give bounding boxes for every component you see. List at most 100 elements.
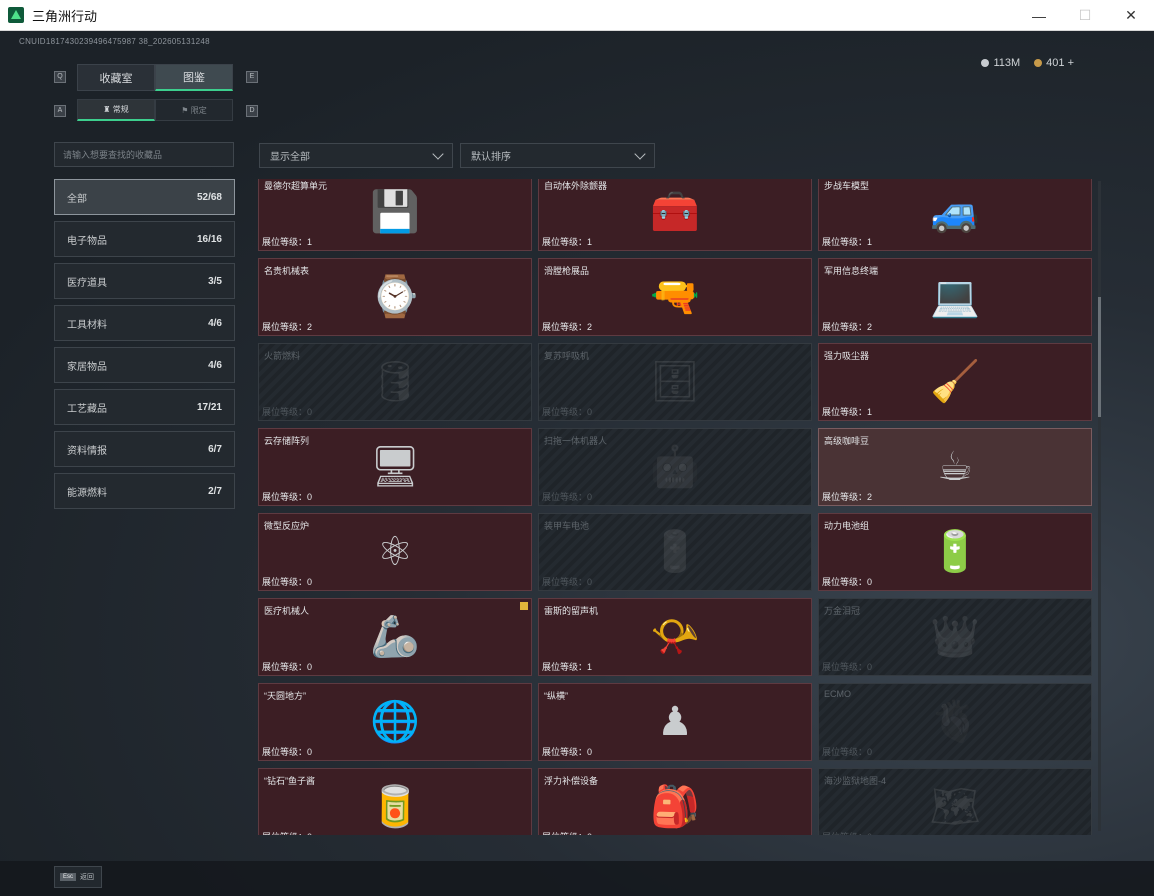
category-item[interactable]: 医疗道具 3/5 [54, 263, 235, 299]
collection-card[interactable]: “天圆地方” 🌐 展位等级：0 [258, 683, 532, 761]
item-level: 展位等级：0 [262, 747, 313, 757]
subtab-regular[interactable]: ♜ 常规 [77, 99, 155, 121]
category-list: 全部 52/68 电子物品 16/16 医疗道具 3/5 工具材料 4/6 家居物品 4/6 工艺藏… [54, 179, 235, 515]
collection-card[interactable]: 海沙监狱地图-4 🗺 展位等级：0 [818, 768, 1092, 835]
item-level: 展位等级：0 [542, 577, 593, 587]
item-name: “纵横” [544, 691, 568, 701]
tab-catalog[interactable]: 图鉴 [155, 64, 233, 91]
category-count: 3/5 [208, 275, 222, 287]
collection-card[interactable]: 浮力补偿设备 🎒 展位等级：0 [538, 768, 812, 835]
category-item[interactable]: 家居物品 4/6 [54, 347, 235, 383]
collection-card[interactable]: 复苏呼吸机 🗄 展位等级：0 [538, 343, 812, 421]
collection-card[interactable]: 扫拖一体机器人 🤖 展位等级：0 [538, 428, 812, 506]
collection-card[interactable]: 高级咖啡豆 ☕ 展位等级：2 [818, 428, 1092, 506]
gold-coin-icon [1034, 59, 1043, 67]
item-name: 高级咖啡豆 [824, 436, 870, 446]
window-controls: — ☐ ✕ [1016, 0, 1154, 31]
category-label: 医疗道具 [67, 277, 107, 289]
item-name: 步战车模型 [824, 181, 870, 191]
item-level: 展位等级：0 [542, 492, 593, 502]
collection-card[interactable]: 名贵机械表 ⌚ 展位等级：2 [258, 258, 532, 336]
chevron-down-icon [634, 147, 646, 160]
category-label: 资料情报 [67, 445, 107, 457]
collection-card[interactable]: 云存储阵列 🖥 展位等级：0 [258, 428, 532, 506]
player-uid: CNUID1817430239496475987 38_202605131248 [19, 37, 210, 46]
category-label: 家居物品 [67, 361, 107, 373]
collection-card[interactable]: 动力电池组 🔋 展位等级：0 [818, 513, 1092, 591]
category-label: 能源燃料 [67, 487, 107, 499]
collection-card[interactable]: 军用信息终端 💻 展位等级：2 [818, 258, 1092, 336]
collection-card[interactable]: 医疗机械人 🦾 展位等级：0 [258, 598, 532, 676]
back-button[interactable]: Esc 返回 [54, 866, 102, 888]
item-level: 展位等级：0 [822, 830, 872, 835]
item-image-icon: 🔋 [650, 530, 700, 574]
item-level: 展位等级：0 [262, 830, 312, 835]
app-logo-icon [8, 7, 24, 23]
item-level: 展位等级：0 [262, 577, 313, 587]
window-title: 三角洲行动 [32, 8, 98, 24]
close-button[interactable]: ✕ [1108, 0, 1154, 31]
category-item[interactable]: 工艺藏品 17/21 [54, 389, 235, 425]
item-image-icon: 💻 [930, 275, 980, 319]
collection-card[interactable]: 万金泪冠 👑 展位等级：0 [818, 598, 1092, 676]
key-hint-e: E [246, 71, 258, 83]
collection-card[interactable]: 微型反应炉 ⚛ 展位等级：0 [258, 513, 532, 591]
collection-card[interactable]: 装甲车电池 🔋 展位等级：0 [538, 513, 812, 591]
collection-card[interactable]: 滑膛枪展品 🔫 展位等级：2 [538, 258, 812, 336]
silver-amount: 113M [993, 57, 1021, 69]
category-count: 2/7 [208, 485, 222, 497]
item-level: 展位等级：1 [822, 237, 873, 247]
item-image-icon: 🗺 [929, 785, 981, 829]
collection-card[interactable]: 火箭燃料 🛢 展位等级：0 [258, 343, 532, 421]
collection-card[interactable]: 步战车模型 🚙 展位等级：1 [818, 179, 1092, 251]
category-item[interactable]: 电子物品 16/16 [54, 221, 235, 257]
search-input[interactable] [54, 142, 234, 167]
silver-currency: 113M [981, 57, 1020, 69]
collection-card[interactable]: “钻石”鱼子酱 🥫 展位等级：0 [258, 768, 532, 835]
limited-icon: ⚑ [181, 105, 191, 115]
main-tabs: 收藏室 图鉴 [77, 64, 233, 91]
item-name: 医疗机械人 [264, 606, 310, 616]
scrollbar-thumb[interactable] [1098, 297, 1101, 417]
item-image-icon: 🥫 [370, 785, 420, 829]
item-level: 展位等级：2 [822, 322, 873, 332]
collection-card[interactable]: 自动体外除颤器 🧰 展位等级：1 [538, 179, 812, 251]
collection-card[interactable]: 雷斯的留声机 📯 展位等级：1 [538, 598, 812, 676]
category-count: 6/7 [208, 443, 222, 455]
collection-card[interactable]: “纵横” ♟ 展位等级：0 [538, 683, 812, 761]
sort-dropdown[interactable]: 默认排序 [460, 143, 655, 168]
item-name: 滑膛枪展品 [544, 266, 590, 276]
item-image-icon: 🖥 [369, 445, 421, 489]
key-hint-q: Q [54, 71, 66, 83]
maximize-button[interactable]: ☐ [1062, 0, 1108, 31]
tab-collection-room[interactable]: 收藏室 [77, 64, 155, 91]
item-name: 军用信息终端 [824, 266, 879, 276]
item-name: 曼德尔超算单元 [264, 181, 328, 191]
item-image-icon: 👑 [930, 615, 980, 659]
item-name: 云存储阵列 [264, 436, 310, 446]
item-image-icon: 🗄 [649, 360, 701, 404]
gold-currency[interactable]: 401 + [1034, 57, 1074, 69]
sub-tabs: ♜ 常规 ⚑ 限定 [77, 99, 233, 121]
item-name: 浮力补偿设备 [544, 776, 599, 786]
filter-dropdown[interactable]: 显示全部 [259, 143, 453, 168]
category-item[interactable]: 资料情报 6/7 [54, 431, 235, 467]
gold-amount: 401 + [1046, 57, 1074, 69]
subtab-limited[interactable]: ⚑ 限定 [155, 99, 233, 121]
grid-scrollbar[interactable] [1098, 181, 1101, 831]
category-item[interactable]: 工具材料 4/6 [54, 305, 235, 341]
collection-card[interactable]: 曼德尔超算单元 💾 展位等级：1 [258, 179, 532, 251]
item-image-icon: 🌐 [370, 700, 420, 744]
item-image-icon: ♟ [657, 700, 693, 744]
category-item[interactable]: 全部 52/68 [54, 179, 235, 215]
collection-card[interactable]: 强力吸尘器 🧹 展位等级：1 [818, 343, 1092, 421]
category-item[interactable]: 能源燃料 2/7 [54, 473, 235, 509]
collection-card[interactable]: ECMO 🫀 展位等级：0 [818, 683, 1092, 761]
item-image-icon: 🔫 [650, 275, 700, 319]
item-level: 展位等级：1 [262, 237, 313, 247]
item-level: 展位等级：1 [822, 407, 873, 417]
subtab-regular-label: 常规 [112, 105, 129, 114]
minimize-button[interactable]: — [1016, 0, 1062, 31]
new-badge-icon [520, 602, 528, 610]
item-image-icon: 🤖 [650, 445, 700, 489]
